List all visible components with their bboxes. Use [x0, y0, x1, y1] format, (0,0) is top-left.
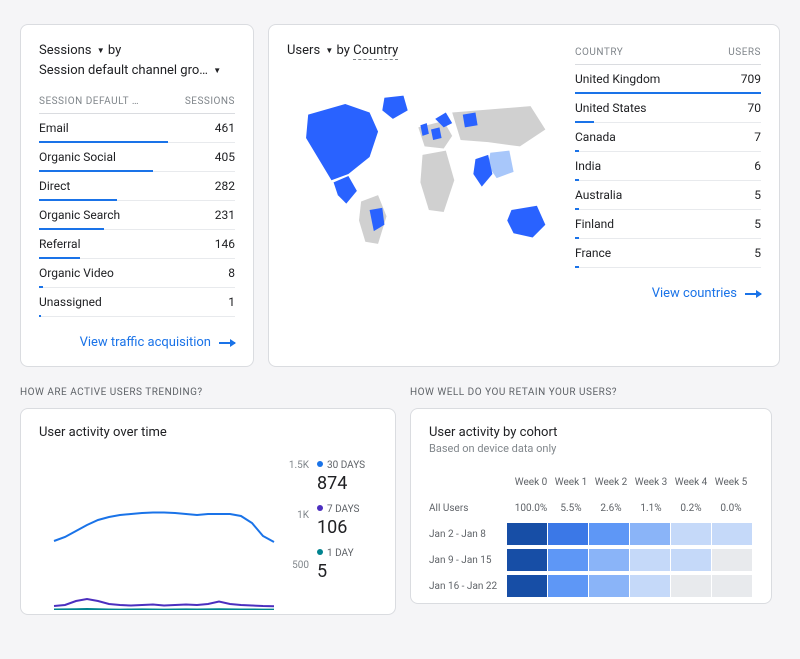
geo-card: Users ▼ by Country: [268, 24, 780, 367]
table-header: SESSION DEFAULT …SESSIONS: [39, 90, 235, 114]
legend-item: 7 DAYS106: [317, 504, 377, 538]
retention-card: User activity by cohort Based on device …: [410, 408, 772, 604]
chart-title: User activity by cohort: [429, 425, 753, 440]
table-row[interactable]: Unassigned1: [39, 288, 235, 317]
chevron-down-icon: ▼: [97, 46, 105, 55]
cohort-row: Jan 16 - Jan 22: [429, 573, 753, 599]
table-row[interactable]: Finland5: [575, 210, 761, 239]
activity-chart[interactable]: 1.5K 1K 500: [39, 460, 309, 610]
metric-dropdown[interactable]: Sessions ▼: [39, 43, 105, 58]
table-row[interactable]: Australia5: [575, 181, 761, 210]
chevron-down-icon: ▼: [325, 46, 333, 55]
cohort-row: Jan 2 - Jan 8: [429, 521, 753, 547]
table-row[interactable]: United Kingdom709: [575, 65, 761, 94]
legend-item: 30 DAYS874: [317, 460, 377, 494]
table-row[interactable]: United States70: [575, 94, 761, 123]
table-row[interactable]: Direct282: [39, 172, 235, 201]
arrow-right-icon: [745, 293, 761, 295]
chevron-down-icon: ▼: [213, 66, 221, 75]
cohort-row: Jan 9 - Jan 15: [429, 547, 753, 573]
table-row[interactable]: Email461: [39, 114, 235, 143]
legend-item: 1 DAY5: [317, 548, 377, 582]
view-countries-link[interactable]: View countries: [287, 286, 761, 301]
table-row[interactable]: France5: [575, 239, 761, 268]
arrow-right-icon: [219, 342, 235, 344]
dimension-dropdown[interactable]: Session default channel gro… ▼: [39, 63, 221, 78]
cohort-table: Week 0Week 1Week 2Week 3Week 4Week 5 All…: [429, 469, 753, 599]
table-row[interactable]: Canada7: [575, 123, 761, 152]
table-row[interactable]: Referral146: [39, 230, 235, 259]
chart-title: User activity over time: [39, 425, 377, 440]
table-row[interactable]: Organic Search231: [39, 201, 235, 230]
trend-card: User activity over time 1.5K 1K 500 30 D…: [20, 408, 396, 615]
metric-dropdown[interactable]: Users ▼: [287, 43, 333, 58]
dimension-dropdown[interactable]: Country: [353, 43, 398, 60]
table-row[interactable]: India6: [575, 152, 761, 181]
geo-header: Users ▼ by Country: [287, 41, 565, 61]
section-heading: HOW WELL DO YOU RETAIN YOUR USERS?: [410, 387, 780, 398]
traffic-header: Sessions ▼ by Session default channel gr…: [39, 41, 235, 80]
table-header: COUNTRYUSERS: [575, 41, 761, 65]
world-map[interactable]: [287, 85, 562, 265]
traffic-card: Sessions ▼ by Session default channel gr…: [20, 24, 254, 367]
chart-subtitle: Based on device data only: [429, 442, 753, 455]
table-row[interactable]: Organic Video8: [39, 259, 235, 288]
table-row[interactable]: Organic Social405: [39, 143, 235, 172]
section-heading: HOW ARE ACTIVE USERS TRENDING?: [20, 387, 396, 398]
view-traffic-link[interactable]: View traffic acquisition: [39, 335, 235, 350]
